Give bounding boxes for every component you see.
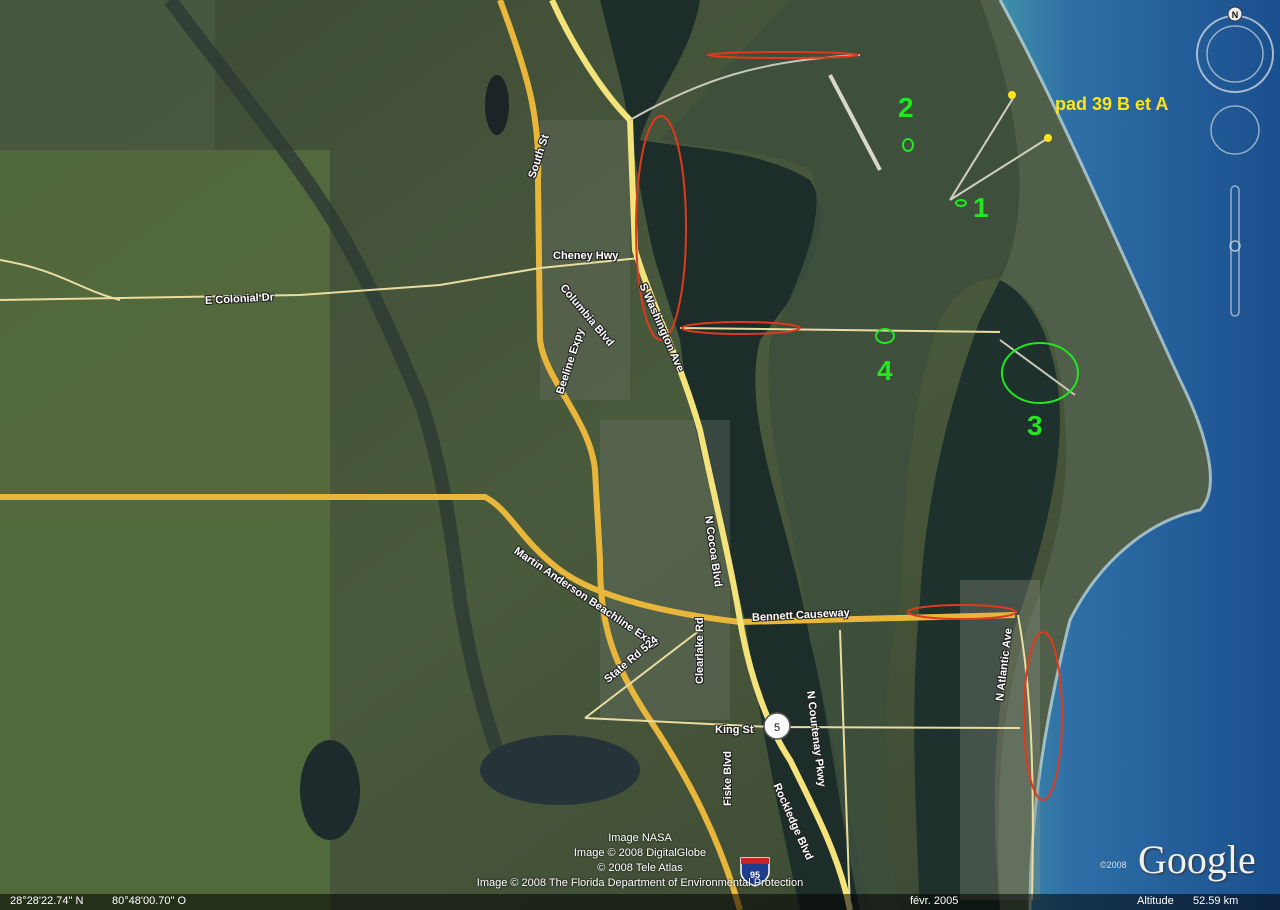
site-marker-3: 3 [1027,410,1043,441]
pad-label: pad 39 B et A [1055,94,1169,114]
imagery-credits: Image NASA Image © 2008 DigitalGlobe © 2… [440,831,840,891]
pad-39a-dot[interactable] [1044,134,1052,142]
navigation-controls[interactable]: N [1195,6,1275,326]
credit-fdep: Image © 2008 The Florida Department of E… [476,877,804,889]
lake-north [485,75,509,135]
google-logo: Google [1138,837,1256,882]
town-beach [960,580,1040,900]
move-ring-icon[interactable] [1210,105,1260,155]
credit-tele-atlas: © 2008 Tele Atlas [597,862,683,874]
road-label-cheney-hwy: Cheney Hwy [553,250,619,262]
satellite-map[interactable]: 5 95 [0,0,1280,910]
google-copyright-year: ©2008 [1100,860,1127,870]
site-marker-1: 1 [973,192,989,223]
latitude-readout: 28°28'22.74" N [10,895,84,907]
imagery-date: févr. 2005 [910,895,959,907]
road-label-clearlake: Clearlake Rd [694,617,706,684]
credit-digitalglobe: Image © 2008 DigitalGlobe [573,847,707,859]
site-marker-2: 2 [898,92,914,123]
site-marker-4: 4 [877,355,893,386]
compass-ring[interactable] [1196,15,1274,93]
longitude-readout: 80°48'00.70" O [112,895,187,907]
lake-southwest [300,740,360,840]
credit-nasa: Image NASA [608,832,672,844]
altitude-label: Altitude [1137,895,1174,907]
lake-south [480,735,640,805]
route-5-label: 5 [774,722,780,734]
north-indicator: N [1232,10,1239,20]
road-label-fiske: Fiske Blvd [722,750,734,806]
look-ring-icon[interactable] [1206,25,1264,83]
road-label-king-st: King St [715,724,754,736]
status-bar: 28°28'22.74" N 80°48'00.70" O févr. 2005… [0,894,1280,910]
pad-39b-dot[interactable] [1008,91,1016,99]
land-southwest-tile [0,520,330,910]
altitude-value: 52.59 km [1193,895,1239,907]
